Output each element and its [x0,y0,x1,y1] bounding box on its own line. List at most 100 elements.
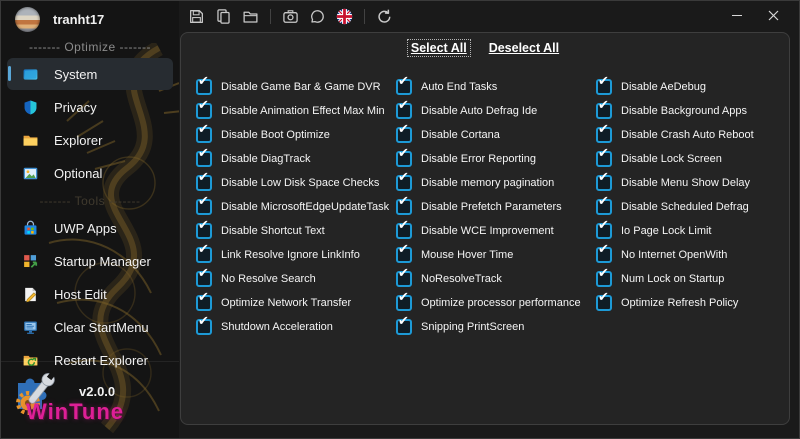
checkbox[interactable] [196,290,212,311]
checkbox[interactable] [396,242,412,263]
minimize-button[interactable] [719,3,755,28]
checkbox-item[interactable]: No Resolve Search [196,266,396,291]
checkbox-item[interactable]: Disable Menu Show Delay [596,170,796,195]
checkbox-item[interactable]: Num Lock on Startup [596,266,796,291]
version-label: v2.0.0 [79,384,116,399]
checkbox-item[interactable]: Optimize Network Transfer [196,290,396,315]
checkbox[interactable] [196,242,212,263]
checkbox[interactable] [396,170,412,191]
checkbox[interactable] [196,314,212,335]
screenshot-button[interactable] [277,4,304,28]
checkbox[interactable] [196,146,212,167]
checkbox-item[interactable]: Mouse Hover Time [396,242,596,267]
checkbox[interactable] [396,98,412,119]
checkbox[interactable] [196,122,212,143]
checkbox-item[interactable]: Disable Game Bar & Game DVR [196,74,396,99]
checkbox-item[interactable]: Auto End Tasks [396,74,596,99]
checkbox-item[interactable]: Disable WCE Improvement [396,218,596,243]
checkbox-item[interactable]: Disable AeDebug [596,74,796,99]
sidebar-item-explorer[interactable]: Explorer [7,124,173,156]
checkbox-item[interactable]: Disable Boot Optimize [196,122,396,147]
checkbox-item[interactable]: Optimize processor performance [396,290,596,315]
checkbox-label: Disable Shortcut Text [221,225,325,237]
checkbox-item[interactable]: Disable Background Apps [596,98,796,123]
open-folder-button[interactable] [237,4,264,28]
checkbox[interactable] [596,266,612,287]
checkbox-label: Disable Cortana [421,129,500,141]
chat-button[interactable] [304,4,331,28]
checkbox-item[interactable]: Shutdown Acceleration [196,314,396,339]
checkbox-label: Num Lock on Startup [621,273,725,285]
checkbox[interactable] [196,170,212,191]
checkbox-label: Optimize Refresh Policy [621,297,739,309]
checkbox[interactable] [396,146,412,167]
checkbox-item[interactable]: Disable Prefetch Parameters [396,194,596,219]
checkbox-item[interactable]: NoResolveTrack [396,266,596,291]
checkbox-label: Disable Animation Effect Max Min [221,105,385,117]
checkbox[interactable] [596,170,612,191]
checkbox-item[interactable]: Disable Low Disk Space Checks [196,170,396,195]
checkbox-item[interactable]: Disable DiagTrack [196,146,396,171]
sidebar-item-system[interactable]: System [7,58,173,90]
toolbar [183,4,398,28]
checkbox-item[interactable]: Disable Crash Auto Reboot [596,122,796,147]
privacy-icon [22,99,39,116]
checkbox-item[interactable]: No Internet OpenWith [596,242,796,267]
sidebar-item-label: UWP Apps [54,220,117,236]
language-english-icon [336,8,353,25]
checkbox-item[interactable]: Disable Cortana [396,122,596,147]
checkbox-item[interactable]: Disable Error Reporting [396,146,596,171]
sidebar: tranht17 ------- Optimize ------- System P… [1,1,179,438]
checkbox[interactable] [596,146,612,167]
close-button[interactable] [755,3,791,28]
sidebar-item-privacy[interactable]: Privacy [7,91,173,123]
checkbox[interactable] [196,266,212,287]
checkbox[interactable] [396,218,412,239]
sidebar-item-host-edit[interactable]: Host Edit [7,278,173,310]
checkbox-item[interactable]: Disable MicrosoftEdgeUpdateTask [196,194,396,219]
checkbox-item[interactable]: Disable Shortcut Text [196,218,396,243]
checkbox[interactable] [596,98,612,119]
checkbox-item[interactable]: Optimize Refresh Policy [596,290,796,315]
sidebar-item-optional[interactable]: Optional [7,157,173,189]
checkbox-item[interactable]: Disable Auto Defrag Ide [396,98,596,123]
checkbox-item[interactable]: Snipping PrintScreen [396,314,596,339]
save-button[interactable] [183,4,210,28]
user-avatar[interactable] [15,7,40,32]
checkbox[interactable] [596,218,612,239]
checkbox[interactable] [196,74,212,95]
sidebar-item-clear-startmenu[interactable]: Clear StartMenu [7,311,173,343]
refresh-button[interactable] [371,4,398,28]
sidebar-item-label: Optional [54,165,103,181]
checkbox-item[interactable]: Disable Animation Effect Max Min [196,98,396,123]
checkbox[interactable] [396,266,412,287]
checkbox[interactable] [196,218,212,239]
host-edit-icon [22,286,39,303]
sidebar-item-startup-manager[interactable]: Startup Manager [7,245,173,277]
checkbox[interactable] [596,242,612,263]
checkbox[interactable] [596,194,612,215]
language-english-button[interactable] [331,4,358,28]
checkbox-item[interactable]: Disable Scheduled Defrag [596,194,796,219]
checkbox[interactable] [596,74,612,95]
sidebar-item-uwp-apps[interactable]: UWP Apps [7,212,173,244]
checkbox-item[interactable]: Io Page Lock Limit [596,218,796,243]
save-icon [188,8,205,25]
checkbox[interactable] [596,122,612,143]
deselect-all-button[interactable]: Deselect All [486,40,562,56]
checkbox[interactable] [396,290,412,311]
checkbox[interactable] [396,314,412,335]
select-all-button[interactable]: Select All [406,39,471,57]
checkbox-item[interactable]: Disable Lock Screen [596,146,796,171]
checkbox[interactable] [596,290,612,311]
checkbox-item[interactable]: Disable memory pagination [396,170,596,195]
main-panel: Select All Deselect All Disable Game Bar… [180,32,790,425]
checkbox[interactable] [196,98,212,119]
checkbox[interactable] [196,194,212,215]
paste-button[interactable] [210,4,237,28]
checkbox-item[interactable]: Link Resolve Ignore LinkInfo [196,242,396,267]
checkbox[interactable] [396,194,412,215]
brand-wordmark: WinTune [26,399,125,424]
checkbox[interactable] [396,74,412,95]
checkbox[interactable] [396,122,412,143]
